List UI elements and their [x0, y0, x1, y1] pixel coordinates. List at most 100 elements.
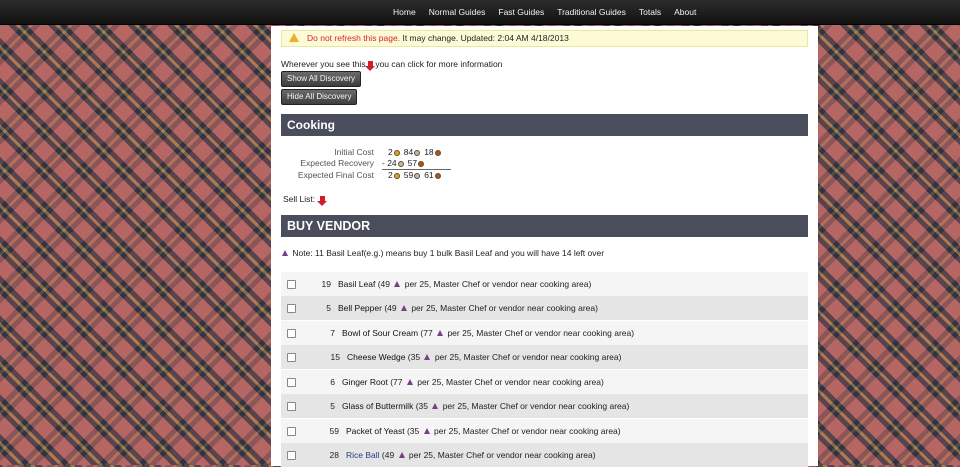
item-checkbox[interactable] [287, 280, 296, 289]
karma-icon [423, 428, 430, 434]
item-price-suffix: per 25, Master Chef or vendor near cooki… [414, 377, 604, 387]
silver-amount: 84 [403, 147, 414, 157]
item-price-prefix: (49 [375, 279, 393, 289]
cooking-section-header: Cooking [281, 114, 808, 136]
vendor-note: Note: 11 Basil Leaf(e.g.) means buy 1 bu… [282, 248, 604, 258]
item-qty: 15 [330, 352, 340, 362]
vendor-note-text: Note: 11 Basil Leaf(e.g.) means buy 1 bu… [292, 248, 605, 258]
content-panel: Do not refresh this page. It may change.… [271, 26, 818, 467]
item-qty: 19 [321, 279, 331, 289]
karma-icon [282, 250, 288, 256]
vendor-item-row: 28 Rice Ball (49 per 25, Master Chef or v… [281, 443, 808, 467]
item-price-suffix: per 25, Master Chef or vendor near cooki… [440, 401, 630, 411]
copper-coin-icon [434, 173, 441, 179]
nav-traditional-guides[interactable]: Traditional Guides [557, 0, 626, 24]
item-price-suffix: per 25, Master Chef or vendor near cooki… [402, 279, 592, 289]
cost-values-initial: 2 84 18 [388, 147, 445, 157]
item-price-suffix: per 25, Master Chef or vendor near cooki… [445, 328, 635, 338]
item-checkbox[interactable] [287, 378, 296, 387]
silver-coin-icon [414, 150, 421, 156]
copper-coin-icon [418, 161, 425, 167]
nav-totals[interactable]: Totals [639, 0, 661, 24]
item-price-prefix: (77 [418, 328, 436, 338]
item-qty: 5 [330, 401, 335, 411]
item-price-prefix: (77 [387, 377, 405, 387]
item-price-suffix: per 25, Master Chef or vendor near cooki… [408, 303, 598, 313]
discovery-hint-prefix: Wherever you see this [281, 59, 366, 69]
silver-coin-icon [397, 161, 404, 167]
vendor-item-row: 15 Cheese Wedge (35 per 25, Master Chef o… [281, 345, 808, 369]
item-checkbox[interactable] [287, 427, 296, 436]
item-name: Glass of Buttermilk [342, 401, 414, 411]
item-price-suffix: per 25, Master Chef or vendor near cooki… [431, 426, 621, 436]
vendor-item-row: 19 Basil Leaf (49 per 25, Master Chef or … [281, 272, 808, 296]
item-checkbox[interactable] [287, 451, 296, 460]
item-checkbox[interactable] [287, 402, 296, 411]
gold-coin-icon [393, 173, 400, 179]
cost-values-final: 2 59 61 [388, 170, 445, 180]
item-name: Bowl of Sour Cream [342, 328, 419, 338]
item-qty: 7 [330, 328, 335, 338]
sell-list-label: Sell List: [283, 194, 316, 204]
vendor-item-row: 5 Bell Pepper (49 per 25, Master Chef or … [281, 296, 808, 320]
item-qty: 59 [329, 426, 339, 436]
nav-home[interactable]: Home [393, 0, 416, 24]
item-name: Cheese Wedge [347, 352, 406, 362]
item-price-prefix: (35 [404, 426, 422, 436]
nav-menu: Home Normal Guides Fast Guides Tradition… [393, 0, 709, 24]
karma-icon [437, 330, 444, 336]
item-checkbox[interactable] [287, 329, 296, 338]
copper-amount: 57 [407, 158, 418, 168]
copper-coin-icon [434, 150, 441, 156]
nav-normal-guides[interactable]: Normal Guides [429, 0, 486, 24]
item-price-prefix: (35 [405, 352, 423, 362]
top-nav-bar: Home Normal Guides Fast Guides Tradition… [0, 0, 960, 25]
buy-vendor-section-header: BUY VENDOR [281, 215, 808, 237]
hide-all-discovery-button[interactable]: Hide All Discovery [281, 89, 358, 105]
item-price-prefix: (49 [379, 450, 397, 460]
karma-icon [424, 354, 431, 360]
sell-list-arrow-icon[interactable] [316, 196, 327, 206]
item-price-prefix: (35 [413, 401, 431, 411]
warning-icon [289, 33, 299, 42]
item-name: Packet of Yeast [346, 426, 405, 436]
warning-red-text: Do not refresh this page. [307, 33, 401, 43]
silver-amount: 59 [403, 170, 414, 180]
item-qty: 6 [330, 377, 335, 387]
discovery-hint: Wherever you see this you can click for … [281, 59, 503, 71]
item-name: Bell Pepper [338, 303, 382, 313]
cost-label-recovery: Expected Recovery [300, 158, 374, 168]
karma-icon [394, 281, 401, 287]
item-name-link[interactable]: Rice Ball [346, 450, 380, 460]
gold-coin-icon [393, 150, 400, 156]
copper-amount: 61 [424, 170, 434, 180]
karma-icon [406, 379, 413, 385]
show-all-discovery-button[interactable]: Show All Discovery [281, 71, 362, 87]
karma-icon [432, 403, 439, 409]
warning-banner: Do not refresh this page. It may change.… [281, 30, 808, 47]
gold-amount: 2 [388, 170, 393, 180]
gold-amount: 2 [388, 147, 393, 157]
vendor-item-row: 6 Ginger Root (77 per 25, Master Chef or … [281, 370, 808, 394]
vendor-item-row: 5 Glass of Buttermilk (35 per 25, Master … [281, 394, 808, 418]
vendor-item-row: 59 Packet of Yeast (35 per 25, Master Che… [281, 419, 808, 443]
discovery-hint-suffix: you can click for more information [375, 59, 503, 69]
cost-values-recovery: - 24 57 [382, 158, 428, 168]
nav-fast-guides[interactable]: Fast Guides [498, 0, 544, 24]
silver-coin-icon [414, 173, 421, 179]
item-price-suffix: per 25, Master Chef or vendor near cooki… [432, 352, 622, 362]
nav-about[interactable]: About [674, 0, 696, 24]
item-checkbox[interactable] [287, 353, 296, 362]
cost-label-initial: Initial Cost [334, 147, 374, 157]
copper-amount: 18 [424, 147, 434, 157]
cost-label-final: Expected Final Cost [297, 170, 374, 180]
item-name: Ginger Root [342, 377, 388, 387]
discovery-arrow-icon[interactable] [364, 61, 375, 71]
vendor-item-row: 7 Bowl of Sour Cream (77 per 25, Master C… [281, 321, 808, 345]
sell-list: Sell List: [283, 194, 327, 206]
item-name: Basil Leaf [338, 279, 376, 289]
item-checkbox[interactable] [287, 304, 296, 313]
item-price-suffix: per 25, Master Chef or vendor near cooki… [406, 450, 596, 460]
item-price-prefix: (49 [381, 303, 399, 313]
karma-icon [398, 452, 405, 458]
